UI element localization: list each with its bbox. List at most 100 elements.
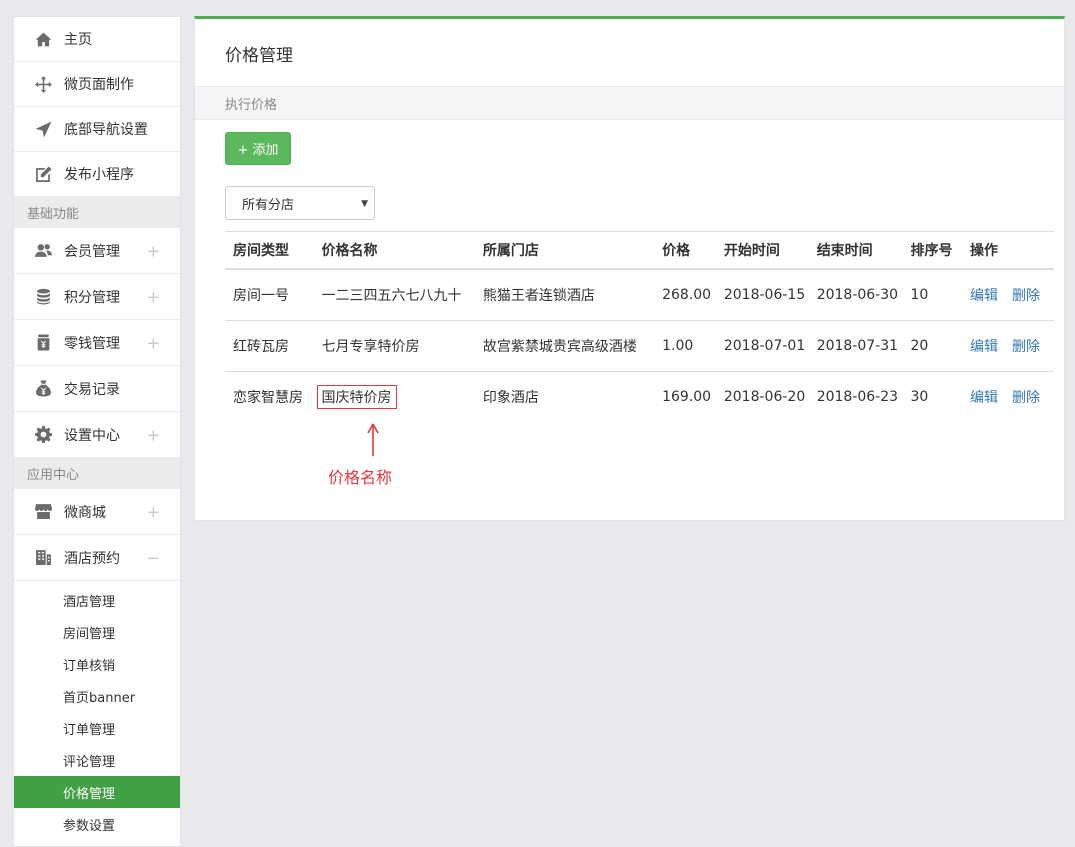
sidebar-item-settings[interactable]: 设置中心 + <box>14 412 180 458</box>
column-header: 开始时间 <box>715 231 809 270</box>
cell-end-date: 2018-06-23 <box>816 389 899 405</box>
cell-sort: 30 <box>910 389 929 405</box>
sub-item-params[interactable]: 参数设置 <box>14 808 180 840</box>
expand-icon[interactable]: + <box>147 502 160 521</box>
cell-end-date: 2018-07-31 <box>808 320 903 372</box>
page-title: 价格管理 <box>225 46 293 66</box>
column-header: 排序号 <box>902 231 962 270</box>
sub-item-price-manage[interactable]: 价格管理 <box>14 776 180 808</box>
cell-store: 印象酒店 <box>482 390 539 406</box>
store-select-value: 所有分店 <box>242 197 295 213</box>
price-table: 房间类型 价格名称 所属门店 价格 开始时间 结束时间 排序号 操作 房间一号 … <box>225 231 1054 422</box>
money-jar-icon <box>34 334 52 352</box>
expand-icon[interactable]: + <box>147 333 160 352</box>
cell-price: 268.00 <box>654 269 716 321</box>
sub-item-hotel-manage[interactable]: 酒店管理 <box>14 584 180 616</box>
sub-item-room-manage[interactable]: 房间管理 <box>14 616 180 648</box>
coins-stack-icon <box>34 288 52 306</box>
sidebar-item-label: 微页面制作 <box>64 77 134 93</box>
edit-square-icon <box>34 165 52 183</box>
table-row: 恋家智慧房 国庆特价房 印象酒店 169.00 2018-06-20 2018-… <box>225 372 1054 423</box>
add-button[interactable]: + 添加 <box>225 132 291 165</box>
cell-actions: 编辑 删除 <box>962 269 1054 321</box>
section-header-apps: 应用中心 <box>14 458 180 489</box>
sidebar-item-points[interactable]: 积分管理 + <box>14 274 180 320</box>
building-icon <box>34 549 52 567</box>
cell-price: 169.00 <box>662 389 712 405</box>
cell-price-name: 七月专享特价房 <box>313 320 475 372</box>
sidebar-item-mall[interactable]: 微商城 + <box>14 489 180 535</box>
column-header: 结束时间 <box>808 231 903 270</box>
gear-icon <box>34 426 52 444</box>
sidebar: 主页 微页面制作 底部导航设置 发布小程序 基础功能 会员管理 + 积分管理 +… <box>13 16 181 847</box>
cell-actions: 编辑 删除 <box>962 372 1054 423</box>
column-header: 房间类型 <box>225 231 314 270</box>
store-select[interactable]: 所有分店 ▼ <box>225 186 375 220</box>
delete-link[interactable]: 删除 <box>1012 339 1040 355</box>
sidebar-item-bottom-nav[interactable]: 底部导航设置 <box>14 107 180 152</box>
sidebar-item-label: 发布小程序 <box>64 167 134 183</box>
table-header-row: 房间类型 价格名称 所属门店 价格 开始时间 结束时间 排序号 操作 <box>225 231 1054 270</box>
cell-sort: 20 <box>902 320 962 372</box>
delete-link[interactable]: 删除 <box>1012 390 1040 406</box>
cell-sort: 10 <box>902 269 962 321</box>
sidebar-item-label: 会员管理 <box>64 243 120 260</box>
sidebar-item-label: 交易记录 <box>64 381 120 398</box>
annotation-label: 价格名称 <box>328 468 393 487</box>
chevron-down-icon: ▼ <box>361 199 368 209</box>
sub-item-order-verify[interactable]: 订单核销 <box>14 648 180 680</box>
navigation-arrow-icon <box>34 120 52 138</box>
sidebar-item-label: 酒店预约 <box>64 550 120 567</box>
delete-link[interactable]: 删除 <box>1012 288 1040 304</box>
sidebar-item-publish[interactable]: 发布小程序 <box>14 152 180 197</box>
sidebar-item-hotel[interactable]: 酒店预约 − <box>14 535 180 581</box>
annotation-arrow-icon <box>367 423 379 456</box>
move-arrows-icon <box>34 75 52 93</box>
section-header-basic: 基础功能 <box>14 197 180 228</box>
sidebar-item-members[interactable]: 会员管理 + <box>14 228 180 274</box>
cell-store: 熊猫王者连锁酒店 <box>474 269 655 321</box>
hotel-submenu: 酒店管理 房间管理 订单核销 首页banner 订单管理 评论管理 价格管理 参… <box>14 581 180 840</box>
expand-icon[interactable]: + <box>147 241 160 260</box>
cell-price-name: 一二三四五六七八九十 <box>313 269 475 321</box>
cell-room-type: 红砖瓦房 <box>225 320 314 372</box>
column-header: 操作 <box>962 231 1054 270</box>
storefront-icon <box>34 503 52 521</box>
sidebar-item-label: 底部导航设置 <box>64 122 148 138</box>
sub-item-home-banner[interactable]: 首页banner <box>14 680 180 712</box>
users-icon <box>34 242 52 260</box>
column-header: 价格名称 <box>313 231 475 270</box>
sidebar-item-transactions[interactable]: 交易记录 <box>14 366 180 412</box>
cell-actions: 编辑 删除 <box>962 320 1054 372</box>
home-icon <box>34 30 52 48</box>
table-row: 房间一号 一二三四五六七八九十 熊猫王者连锁酒店 268.00 2018-06-… <box>225 269 1054 321</box>
expand-icon[interactable]: + <box>147 425 160 444</box>
cell-start-date: 2018-07-01 <box>715 320 809 372</box>
highlighted-price-name: 国庆特价房 <box>316 385 397 409</box>
cell-room-type: 房间一号 <box>225 269 314 321</box>
edit-link[interactable]: 编辑 <box>970 390 998 406</box>
sub-item-order-manage[interactable]: 订单管理 <box>14 712 180 744</box>
cell-store: 故宫紫禁城贵宾高级酒楼 <box>474 320 655 372</box>
cell-price-name: 国庆特价房 <box>314 372 475 423</box>
cell-end-date: 2018-06-30 <box>808 269 903 321</box>
cell-start-date: 2018-06-15 <box>715 269 809 321</box>
sidebar-item-home[interactable]: 主页 <box>14 17 180 62</box>
cell-price: 1.00 <box>654 320 716 372</box>
cell-room-type: 恋家智慧房 <box>233 390 303 406</box>
expand-icon[interactable]: + <box>147 287 160 306</box>
main-panel: 价格管理 执行价格 + 添加 所有分店 ▼ 房间类型 价格名称 所属门店 价格 … <box>194 16 1065 521</box>
collapse-icon[interactable]: − <box>147 548 160 567</box>
sidebar-item-micro-page[interactable]: 微页面制作 <box>14 62 180 107</box>
edit-link[interactable]: 编辑 <box>970 288 998 304</box>
column-header: 价格 <box>654 231 716 270</box>
sidebar-item-label: 微商城 <box>64 504 106 521</box>
column-header: 所属门店 <box>474 231 655 270</box>
sub-item-review-manage[interactable]: 评论管理 <box>14 744 180 776</box>
money-bag-icon <box>34 380 52 398</box>
edit-link[interactable]: 编辑 <box>970 339 998 355</box>
table-row: 红砖瓦房 七月专享特价房 故宫紫禁城贵宾高级酒楼 1.00 2018-07-01… <box>225 320 1054 372</box>
sidebar-item-label: 主页 <box>64 32 92 48</box>
sidebar-item-change[interactable]: 零钱管理 + <box>14 320 180 366</box>
sidebar-item-label: 设置中心 <box>64 427 120 444</box>
